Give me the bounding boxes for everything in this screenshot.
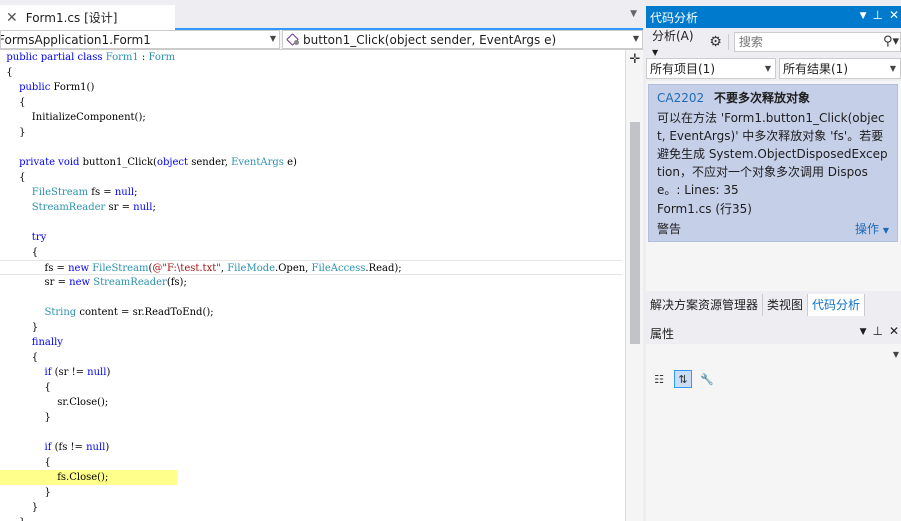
code-line[interactable]: } [0, 125, 622, 140]
code-line[interactable]: sr = new StreamReader(fs); [0, 275, 622, 290]
categorized-icon[interactable]: ☷ [650, 370, 668, 388]
warning-title: 不要多次释放对象 [713, 91, 810, 105]
warning-severity: 警告 [657, 222, 682, 236]
code-line[interactable]: { [0, 245, 622, 260]
chevron-down-icon: ▼ [882, 226, 889, 235]
document-tab[interactable]: ✕ Form1.cs [设计] [0, 5, 175, 30]
code-line[interactable]: { [0, 170, 622, 185]
code-line[interactable] [0, 425, 622, 440]
code-line[interactable]: public partial class Form1 : Form [0, 50, 622, 65]
method-icon [287, 34, 299, 46]
code-line[interactable]: } [0, 515, 622, 521]
code-text-area[interactable]: public partial class Form1 : Form { publ… [0, 50, 625, 521]
project-filter-dropdown[interactable]: 所有项目(1) ▼ [646, 58, 776, 79]
project-filter-label: 所有项目(1) [650, 62, 715, 76]
search-input[interactable] [733, 32, 901, 52]
code-line[interactable]: InitializeComponent(); [0, 110, 622, 125]
search-icon[interactable]: ⚲▾ [883, 34, 899, 49]
class-dropdown-label: FormsApplication1.Form1 [0, 32, 151, 47]
chevron-down-icon[interactable]: ▼ [860, 324, 867, 340]
method-dropdown-label: button1_Click(object sender, EventArgs e… [303, 32, 557, 47]
scrollbar-thumb[interactable] [630, 122, 640, 344]
code-analysis-title-bar[interactable]: 代码分析 ▼ ⊥ ✕ [646, 6, 901, 28]
properties-title-bar[interactable]: 属性 ▼ ⊥ ✕ [646, 322, 901, 344]
close-icon[interactable]: ✕ [889, 324, 899, 340]
properties-panel: ▼ ☷ ⇅ 🔧 [646, 344, 901, 521]
code-line[interactable]: { [0, 95, 622, 110]
code-line[interactable]: StreamReader sr = null; [0, 200, 622, 215]
chevron-down-icon[interactable]: ▼ [893, 350, 899, 359]
code-line[interactable] [0, 290, 622, 305]
document-tab-label: Form1.cs [设计] [25, 11, 118, 25]
analyze-button-label: 分析(A) [652, 28, 694, 43]
method-dropdown[interactable]: button1_Click(object sender, EventArgs e… [282, 30, 643, 49]
document-tab-bar: ✕ Form1.cs [设计] ▼ [0, 0, 643, 30]
tab-code-analysis[interactable]: 代码分析 [808, 294, 866, 316]
code-line[interactable]: if (sr != null) [0, 365, 622, 380]
properties-toolbar: ☷ ⇅ 🔧 [650, 370, 716, 388]
class-dropdown[interactable]: FormsApplication1.Form1 ▼ [0, 30, 280, 49]
properties-title: 属性 [650, 326, 675, 341]
code-line[interactable]: if (fs != null) [0, 440, 622, 455]
toolbar-separator [727, 34, 729, 50]
warning-item[interactable]: CA2202 不要多次释放对象 可以在方法 'Form1.button1_Cli… [648, 84, 898, 242]
code-line[interactable]: { [0, 380, 622, 395]
tool-window-tabs: 解决方案资源管理器 类视图 代码分析 [646, 294, 901, 316]
code-line[interactable]: } [0, 410, 622, 425]
vertical-scrollbar[interactable]: ✛ [625, 50, 643, 521]
code-line[interactable] [0, 215, 622, 230]
code-line[interactable]: sr.Close(); [0, 395, 622, 410]
code-line[interactable]: String content = sr.ReadToEnd(); [0, 305, 622, 320]
code-line[interactable]: { [0, 455, 622, 470]
code-line[interactable]: { [0, 350, 622, 365]
warning-message: 可以在方法 'Form1.button1_Click(object, Event… [657, 111, 888, 197]
close-icon[interactable]: ✕ [6, 10, 18, 26]
navigation-bar: FormsApplication1.Form1 ▼ button1_Click(… [0, 30, 643, 50]
tab-solution-explorer[interactable]: 解决方案资源管理器 [646, 294, 764, 316]
chevron-down-icon: ▼ [652, 47, 659, 57]
chevron-down-icon: ▼ [632, 34, 639, 43]
code-line[interactable]: try [0, 230, 622, 245]
code-line[interactable]: FileStream fs = null; [0, 185, 622, 200]
property-pages-icon[interactable]: 🔧 [698, 370, 716, 388]
split-icon[interactable]: ✛ [628, 53, 642, 67]
chevron-down-icon: ▼ [889, 64, 896, 73]
code-line[interactable]: fs = new FileStream(@"F:\test.txt", File… [0, 260, 622, 275]
chevron-down-icon[interactable]: ▼ [860, 8, 867, 24]
result-filter-dropdown[interactable]: 所有结果(1) ▼ [779, 58, 901, 79]
code-line[interactable]: public Form1() [0, 80, 622, 95]
code-analysis-toolbar: 分析(A) ▼ ⚙ ⚲▾ [646, 29, 901, 57]
code-line[interactable]: private void button1_Click(object sender… [0, 155, 622, 170]
warning-footer: 警告 操作 ▼ [657, 220, 889, 237]
code-analysis-title: 代码分析 [650, 10, 699, 25]
tab-class-view[interactable]: 类视图 [763, 294, 809, 316]
pin-icon[interactable]: ⊥ [872, 324, 882, 340]
gear-icon[interactable]: ⚙ [709, 34, 722, 50]
chevron-down-icon: ▼ [269, 34, 276, 43]
code-line[interactable]: } [0, 320, 622, 335]
code-line[interactable]: } [0, 500, 622, 515]
actions-menu-label: 操作 [855, 222, 880, 236]
analyze-button[interactable]: 分析(A) ▼ [646, 27, 703, 58]
tool-windows: 代码分析 ▼ ⊥ ✕ 分析(A) ▼ ⚙ ⚲▾ 所有项目(1) ▼ 所有结果(1… [646, 0, 901, 521]
code-line[interactable] [0, 140, 622, 155]
code-line[interactable]: fs.Close(); [0, 470, 177, 485]
warning-code-link[interactable]: CA2202 [657, 91, 704, 105]
chevron-down-icon: ▼ [764, 64, 771, 73]
actions-menu-button[interactable]: 操作 ▼ [855, 220, 889, 237]
code-line[interactable]: } [0, 485, 622, 500]
code-line[interactable]: { [0, 65, 622, 80]
warning-list: CA2202 不要多次释放对象 可以在方法 'Form1.button1_Cli… [646, 81, 901, 291]
alphabetical-sort-icon[interactable]: ⇅ [674, 370, 692, 388]
code-line[interactable]: finally [0, 335, 622, 350]
pin-icon[interactable]: ⊥ [872, 8, 882, 24]
code-editor: ✕ Form1.cs [设计] ▼ FormsApplication1.Form… [0, 0, 643, 521]
warning-location-link[interactable]: Form1.cs (行35) [657, 200, 889, 218]
chevron-down-icon[interactable]: ▼ [630, 9, 637, 19]
warning-header: CA2202 不要多次释放对象 [657, 89, 889, 107]
close-icon[interactable]: ✕ [889, 8, 899, 24]
result-filter-label: 所有结果(1) [783, 62, 848, 76]
